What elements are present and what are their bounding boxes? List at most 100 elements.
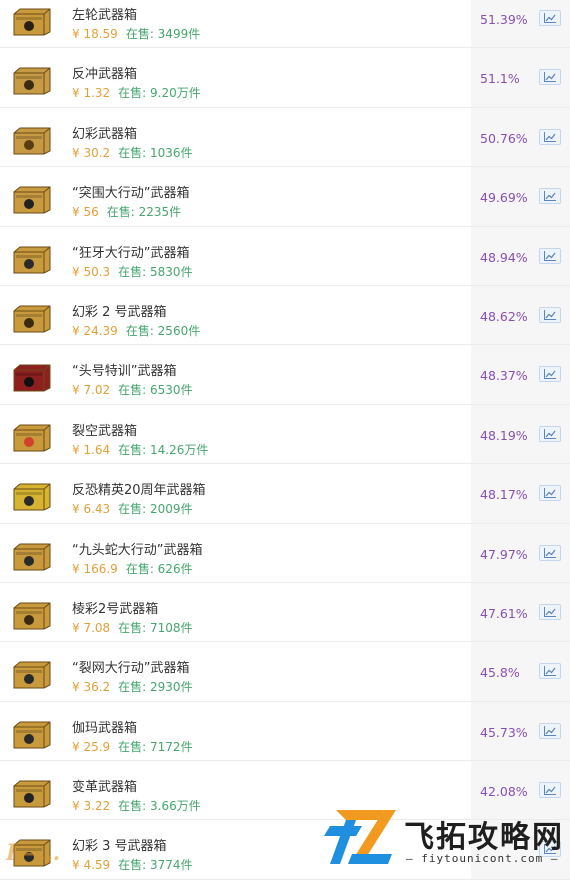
case-percent: 45.8% xyxy=(480,665,520,681)
case-name[interactable]: “狂牙大行动”武器箱 xyxy=(72,242,189,261)
case-meta: ¥ 30.2 在售: 1036件 xyxy=(72,144,193,161)
trend-chart-button[interactable] xyxy=(539,425,561,442)
case-list: 左轮武器箱 ¥ 18.59 在售: 3499件 51.39% 反冲武器箱 ¥ 1.32 在售… xyxy=(0,0,570,880)
list-item[interactable]: 棱彩2号武器箱 ¥ 7.08 在售: 7108件 47.61% xyxy=(0,582,570,643)
trend-chart-icon xyxy=(544,844,556,855)
case-percent: 51.1% xyxy=(480,71,520,87)
list-item[interactable]: 幻彩 3 号武器箱 ¥ 4.59 在售: 3774件 xyxy=(0,820,570,880)
trend-chart-icon xyxy=(544,13,556,23)
trend-chart-icon xyxy=(544,606,556,617)
case-name[interactable]: 反恐精英20周年武器箱 xyxy=(72,479,206,498)
list-item[interactable]: “狂牙大行动”武器箱 ¥ 50.3 在售: 5830件 48.94% xyxy=(0,226,570,286)
case-on-sale: 在售: 626件 xyxy=(125,561,193,576)
case-on-sale: 在售: 3774件 xyxy=(118,858,193,873)
trend-chart-button[interactable] xyxy=(539,306,561,323)
trend-chart-button[interactable] xyxy=(539,247,561,264)
case-on-sale: 在售: 7108件 xyxy=(118,620,193,635)
weapon-case-icon xyxy=(13,67,51,95)
case-percent: 51.39% xyxy=(480,12,528,27)
list-item[interactable]: 伽玛武器箱 ¥ 25.9 在售: 7172件 45.73% xyxy=(0,701,570,762)
case-price: ¥ 25.9 xyxy=(72,739,111,754)
case-price: ¥ 3.22 xyxy=(72,799,111,814)
case-name[interactable]: 反冲武器箱 xyxy=(72,63,137,82)
case-name[interactable]: 变革武器箱 xyxy=(72,776,137,795)
trend-chart-button[interactable] xyxy=(539,366,561,383)
case-meta: ¥ 56 在售: 2235件 xyxy=(72,203,181,220)
list-item[interactable]: 反恐精英20周年武器箱 ¥ 6.43 在售: 2009件 48.17% xyxy=(0,464,570,524)
case-meta: ¥ 166.9 在售: 626件 xyxy=(72,560,193,577)
trend-chart-button[interactable] xyxy=(539,782,561,799)
trend-chart-button[interactable] xyxy=(539,10,561,26)
trend-chart-icon xyxy=(544,369,556,380)
case-on-sale: 在售: 14.26万件 xyxy=(118,442,209,457)
case-price: ¥ 56 xyxy=(72,205,99,220)
case-name[interactable]: “裂网大行动”武器箱 xyxy=(72,657,189,676)
case-name[interactable]: “头号特训”武器箱 xyxy=(72,360,176,379)
weapon-case-icon xyxy=(13,780,51,808)
case-price: ¥ 166.9 xyxy=(72,561,118,576)
case-meta: ¥ 3.22 在售: 3.66万件 xyxy=(72,797,201,814)
case-name[interactable]: 裂空武器箱 xyxy=(72,420,137,439)
case-percent: 47.61% xyxy=(480,605,528,621)
case-percent: 49.69% xyxy=(480,190,528,206)
trend-chart-icon xyxy=(544,488,556,499)
case-on-sale: 在售: 5830件 xyxy=(118,264,193,279)
case-meta: ¥ 1.64 在售: 14.26万件 xyxy=(72,441,208,458)
case-on-sale: 在售: 9.20万件 xyxy=(118,86,201,101)
trend-chart-button[interactable] xyxy=(539,722,561,739)
list-item[interactable]: “头号特训”武器箱 ¥ 7.02 在售: 6530件 48.37% xyxy=(0,345,570,405)
case-name[interactable]: 幻彩武器箱 xyxy=(72,123,137,142)
weapon-case-icon xyxy=(13,364,51,392)
case-on-sale: 在售: 3499件 xyxy=(125,27,201,41)
trend-chart-button[interactable] xyxy=(539,841,561,858)
case-price: ¥ 50.3 xyxy=(72,264,111,279)
case-price: ¥ 4.59 xyxy=(72,858,111,873)
weapon-case-icon xyxy=(13,127,51,155)
case-name[interactable]: 伽玛武器箱 xyxy=(72,717,137,736)
trend-chart-button[interactable] xyxy=(539,69,561,86)
list-item[interactable]: “突围大行动”武器箱 ¥ 56 在售: 2235件 49.69% xyxy=(0,167,570,227)
case-meta: ¥ 1.32 在售: 9.20万件 xyxy=(72,84,201,101)
list-item[interactable]: 幻彩 2 号武器箱 ¥ 24.39 在售: 2560件 48.62% xyxy=(0,285,570,346)
trend-chart-button[interactable] xyxy=(539,544,561,561)
trend-chart-button[interactable] xyxy=(539,485,561,502)
trend-chart-button[interactable] xyxy=(539,663,561,680)
list-item[interactable]: 左轮武器箱 ¥ 18.59 在售: 3499件 51.39% xyxy=(0,0,570,49)
case-price: ¥ 7.08 xyxy=(72,620,111,635)
case-meta: ¥ 7.02 在售: 6530件 xyxy=(72,381,193,398)
weapon-case-icon xyxy=(13,661,51,689)
trend-chart-button[interactable] xyxy=(539,603,561,620)
list-item[interactable]: 幻彩武器箱 ¥ 30.2 在售: 1036件 50.76% xyxy=(0,107,570,168)
list-item[interactable]: “裂网大行动”武器箱 ¥ 36.2 在售: 2930件 45.8% xyxy=(0,642,570,702)
list-item[interactable]: 裂空武器箱 ¥ 1.64 在售: 14.26万件 48.19% xyxy=(0,404,570,465)
weapon-case-icon xyxy=(13,305,51,333)
case-percent: 48.62% xyxy=(480,308,528,324)
weapon-case-icon xyxy=(13,602,51,630)
case-name[interactable]: 幻彩 2 号武器箱 xyxy=(72,301,167,320)
case-name[interactable]: “九头蛇大行动”武器箱 xyxy=(72,539,202,558)
case-name[interactable]: 棱彩2号武器箱 xyxy=(72,598,158,617)
case-on-sale: 在售: 3.66万件 xyxy=(118,799,201,814)
case-price: ¥ 24.39 xyxy=(72,323,118,338)
trend-chart-button[interactable] xyxy=(539,128,561,145)
case-meta: ¥ 18.59 在售: 3499件 xyxy=(72,25,200,42)
case-name[interactable]: 幻彩 3 号武器箱 xyxy=(72,835,167,854)
case-percent: 45.73% xyxy=(480,724,528,740)
trend-chart-icon xyxy=(544,72,556,83)
case-on-sale: 在售: 2560件 xyxy=(125,323,201,338)
list-item[interactable]: “九头蛇大行动”武器箱 ¥ 166.9 在售: 626件 47.97% xyxy=(0,523,570,583)
list-item[interactable]: 反冲武器箱 ¥ 1.32 在售: 9.20万件 51.1% xyxy=(0,48,570,108)
case-name[interactable]: “突围大行动”武器箱 xyxy=(72,182,189,201)
case-name[interactable]: 左轮武器箱 xyxy=(72,4,137,23)
case-percent: 47.97% xyxy=(480,546,528,562)
trend-chart-button[interactable] xyxy=(539,188,561,205)
list-item[interactable]: 变革武器箱 ¥ 3.22 在售: 3.66万件 42.08% xyxy=(0,761,570,821)
weapon-case-icon xyxy=(13,543,51,571)
trend-chart-icon xyxy=(544,191,556,202)
case-price: ¥ 7.02 xyxy=(72,383,111,398)
case-meta: ¥ 50.3 在售: 5830件 xyxy=(72,263,193,280)
weapon-case-icon xyxy=(13,424,51,452)
case-percent: 48.37% xyxy=(480,368,528,384)
case-price: ¥ 1.64 xyxy=(72,442,111,457)
weapon-case-icon xyxy=(13,246,51,274)
